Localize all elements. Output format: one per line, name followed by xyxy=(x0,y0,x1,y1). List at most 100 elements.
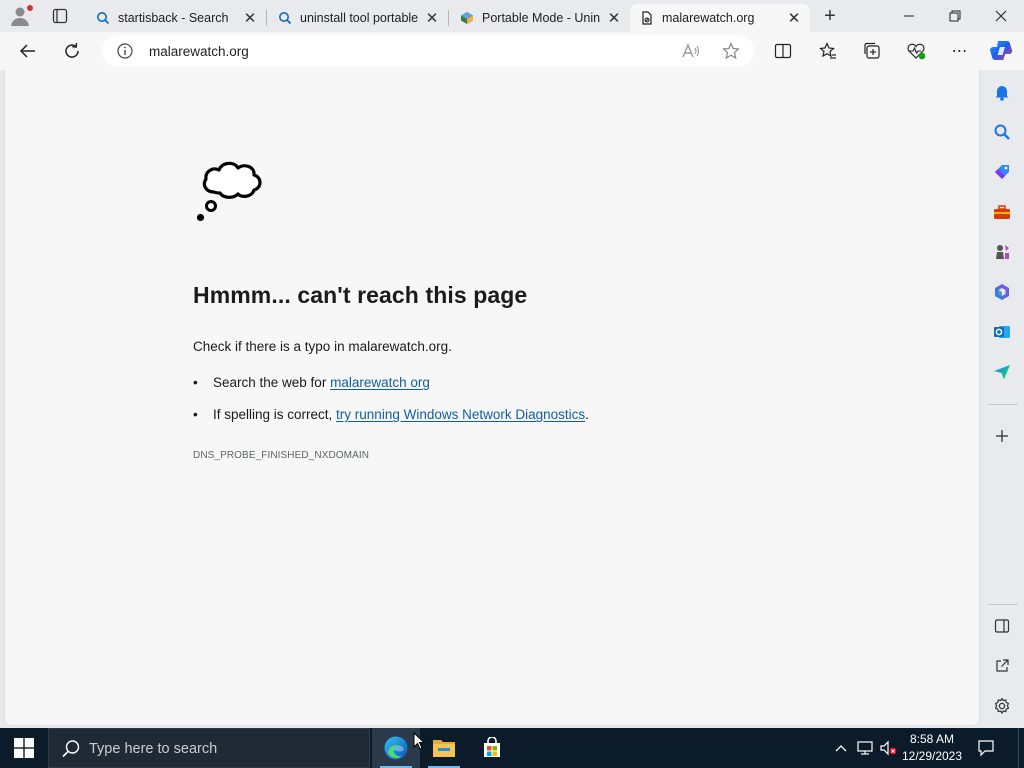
outlook-icon xyxy=(994,326,1010,338)
search-icon xyxy=(97,12,110,25)
heart-pulse-icon xyxy=(907,43,926,60)
close-window-button[interactable] xyxy=(978,0,1024,32)
store-icon xyxy=(484,737,500,757)
clock-time: 8:58 AM xyxy=(909,732,955,746)
suggestion-prefix: Search the web for xyxy=(213,375,331,390)
read-aloud-button[interactable] xyxy=(678,39,704,63)
tab-close-button[interactable]: ✕ xyxy=(422,8,442,28)
sidebar-divider xyxy=(988,404,1018,405)
tab-uninstall-tool[interactable]: uninstall tool portable ✕ xyxy=(268,4,448,32)
file-explorer-icon xyxy=(433,740,455,757)
split-screen-icon xyxy=(994,619,1010,633)
sidebar-add-button[interactable] xyxy=(990,424,1014,448)
edge-icon xyxy=(384,736,408,760)
split-screen-icon xyxy=(774,43,792,59)
show-desktop-button[interactable] xyxy=(1018,728,1024,768)
copilot-button[interactable] xyxy=(989,38,1015,64)
favorites-star-icon xyxy=(819,42,836,59)
network-status-button[interactable] xyxy=(854,728,876,768)
new-tab-button[interactable]: + xyxy=(818,4,842,28)
minimize-button[interactable] xyxy=(886,0,932,32)
back-button[interactable] xyxy=(13,37,43,65)
tab-portable-mode[interactable]: Portable Mode - Unin ✕ xyxy=(450,4,630,32)
mouse-cursor-icon xyxy=(413,732,425,750)
suggestion-prefix: If spelling is correct, xyxy=(213,407,337,422)
suggestion-search-web: • Search the web for malarewatch org xyxy=(193,375,430,390)
tab-close-button[interactable]: ✕ xyxy=(240,8,260,28)
tab-strip: startisback - Search ✕ uninstall tool po… xyxy=(0,0,1024,32)
tab-close-button[interactable]: ✕ xyxy=(784,8,804,28)
sidebar-games-button[interactable] xyxy=(990,240,1014,264)
search-icon xyxy=(994,124,1010,140)
suggestion-suffix: . xyxy=(585,407,589,422)
settings-more-button[interactable]: ⋯ xyxy=(945,37,975,65)
error-heading: Hmmm... can't reach this page xyxy=(193,282,528,308)
taskbar-search-box[interactable]: Type here to search xyxy=(48,728,370,768)
split-screen-button[interactable] xyxy=(768,37,798,65)
network-icon xyxy=(857,741,873,755)
refresh-icon xyxy=(65,42,79,58)
info-icon[interactable] xyxy=(116,42,134,60)
back-arrow-icon xyxy=(19,44,35,58)
volume-button[interactable] xyxy=(877,728,899,768)
search-icon xyxy=(279,12,292,25)
open-external-icon xyxy=(996,659,1009,672)
tab-label: Portable Mode - Unin xyxy=(482,11,601,25)
taskbar-clock[interactable]: 8:58 AM 12/29/2023 xyxy=(898,731,966,765)
bullet: • xyxy=(193,375,198,390)
network-diagnostics-link[interactable]: try running Windows Network Diagnostics xyxy=(336,407,585,422)
favorites-button[interactable] xyxy=(813,37,843,65)
sidebar-notifications-button[interactable] xyxy=(990,80,1014,104)
tab-close-button[interactable]: ✕ xyxy=(604,8,624,28)
page-error-icon xyxy=(642,11,652,25)
typo-hint: Check if there is a typo in malarewatch.… xyxy=(193,339,452,354)
taskbar-file-explorer-button[interactable] xyxy=(420,728,468,768)
tab-malarewatch-active[interactable]: malarewatch.org ✕ xyxy=(630,4,810,32)
sidebar-outlook-button[interactable] xyxy=(990,320,1014,344)
thought-cloud-icon xyxy=(196,161,262,222)
sidebar-open-external-button[interactable] xyxy=(990,654,1014,678)
edge-sidebar xyxy=(982,70,1024,728)
sidebar-divider xyxy=(988,604,1018,605)
url-text[interactable]: malarewatch.org xyxy=(149,44,249,59)
tab-actions-icon xyxy=(52,8,68,24)
settings-icon xyxy=(994,697,1010,714)
tab-label: startisback - Search xyxy=(118,11,229,25)
sidebar-tools-button[interactable] xyxy=(990,200,1014,224)
clock-date: 12/29/2023 xyxy=(901,749,963,763)
search-web-link[interactable]: malarewatch org xyxy=(330,375,430,390)
tab-startisback[interactable]: startisback - Search ✕ xyxy=(86,4,266,32)
sidebar-settings-button[interactable] xyxy=(990,694,1014,718)
shopping-tag-icon xyxy=(995,165,1009,179)
taskbar-store-button[interactable] xyxy=(468,728,516,768)
notification-icon xyxy=(978,740,994,757)
sidebar-drop-button[interactable] xyxy=(990,360,1014,384)
sidebar-hide-button[interactable] xyxy=(990,614,1014,638)
sidebar-search-button[interactable] xyxy=(990,120,1014,144)
volume-muted-icon xyxy=(880,740,897,756)
bullet: • xyxy=(193,407,198,422)
tab-label: uninstall tool portable xyxy=(300,11,419,25)
tab-divider xyxy=(448,10,449,26)
collections-button[interactable] xyxy=(857,37,887,65)
windows-logo-icon xyxy=(14,738,34,758)
windows-taskbar: Type here to search 8:58 AM 12/29/2023 xyxy=(0,728,1024,768)
sidebar-shopping-button[interactable] xyxy=(990,160,1014,184)
refresh-button[interactable] xyxy=(57,37,87,65)
browser-toolbar: malarewatch.org ⋯ xyxy=(0,32,1024,70)
add-favorite-button[interactable] xyxy=(718,39,744,63)
show-hidden-icons-button[interactable] xyxy=(830,728,852,768)
action-center-button[interactable] xyxy=(972,728,1000,768)
microsoft365-icon xyxy=(995,284,1009,300)
typo-hint-domain: malarewatch.org xyxy=(348,339,449,354)
restore-button[interactable] xyxy=(932,0,978,32)
site-favicon-icon xyxy=(461,12,473,24)
profile-avatar[interactable] xyxy=(8,4,36,28)
sidebar-microsoft365-button[interactable] xyxy=(990,280,1014,304)
collections-icon xyxy=(864,42,880,59)
tab-actions-button[interactable] xyxy=(48,5,72,27)
address-bar[interactable]: malarewatch.org xyxy=(102,35,754,67)
error-code: DNS_PROBE_FINISHED_NXDOMAIN xyxy=(193,450,370,461)
browser-essentials-button[interactable] xyxy=(901,37,931,65)
start-button[interactable] xyxy=(0,728,48,768)
